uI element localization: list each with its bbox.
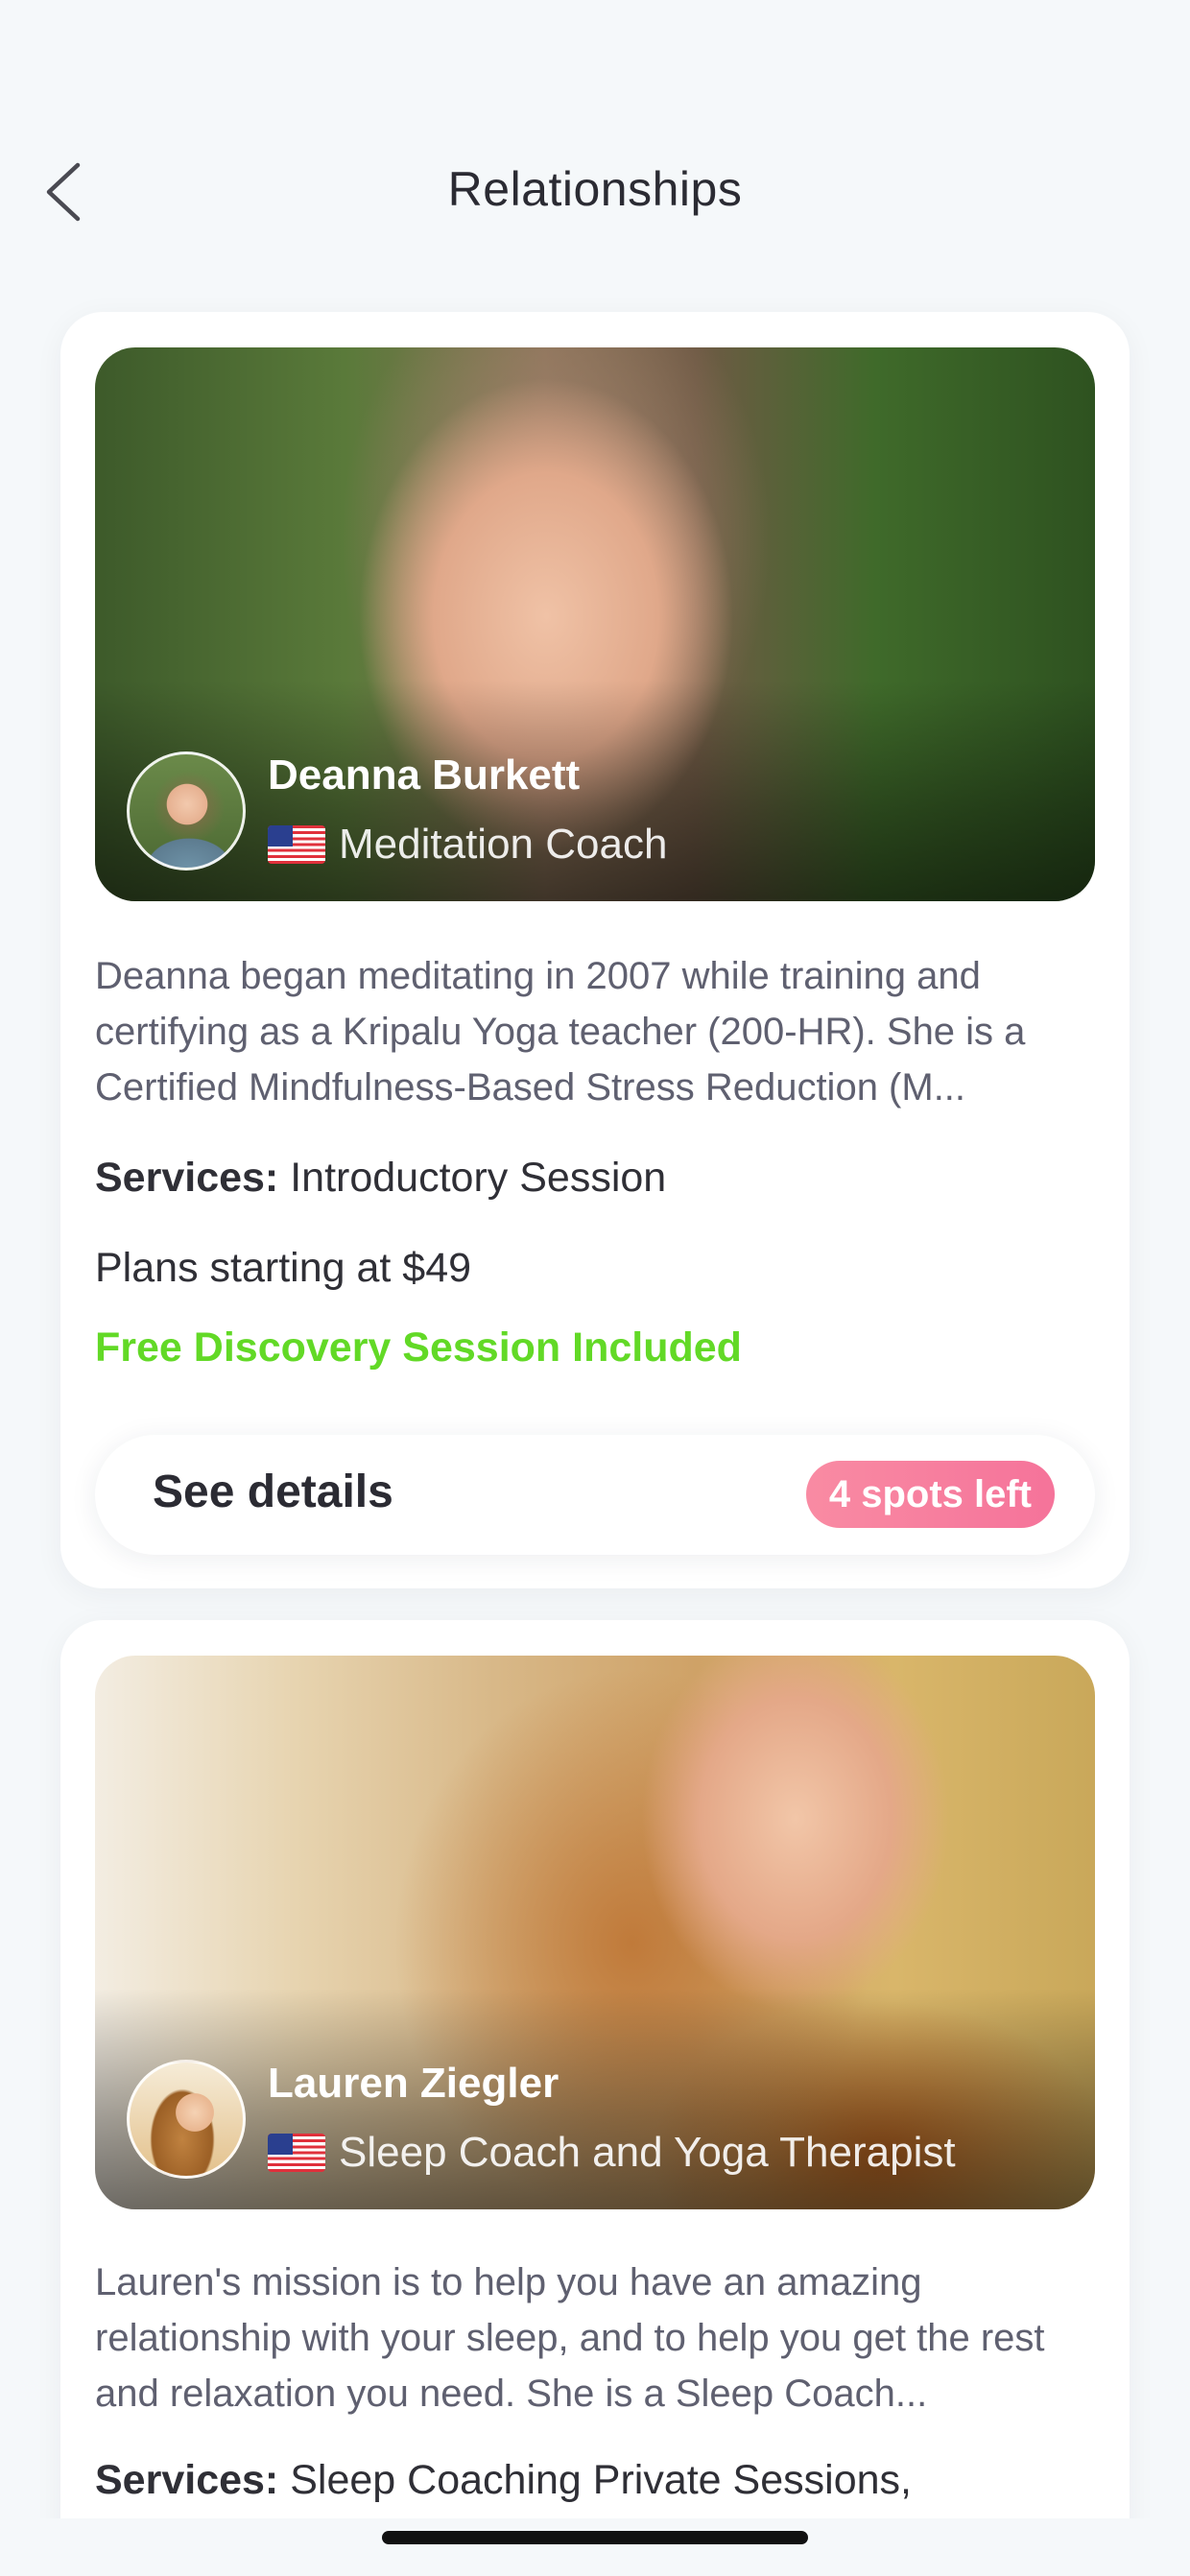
coach-card[interactable]: Lauren Ziegler Sleep Coach and Yoga Ther…: [60, 1620, 1130, 2576]
coach-role: Meditation Coach: [268, 821, 667, 869]
coach-name: Deanna Burkett: [268, 751, 581, 799]
coach-name: Lauren Ziegler: [268, 2060, 559, 2107]
services-label: Services:: [95, 2457, 279, 2503]
coach-description: Lauren's mission is to help you have an …: [95, 2261, 1045, 2415]
services-line: Services: Introductory Session: [95, 1155, 1095, 1202]
services-value: Introductory Session: [290, 1155, 667, 1201]
services-value: Sleep Coaching Private Sessions,: [290, 2457, 912, 2503]
home-indicator[interactable]: [382, 2531, 808, 2544]
coach-card[interactable]: Deanna Burkett Meditation Coach Deanna b…: [60, 312, 1130, 1588]
avatar: [127, 2060, 246, 2179]
coach-photo[interactable]: Deanna Burkett Meditation Coach: [95, 347, 1095, 901]
us-flag-icon: [268, 825, 325, 864]
coach-role-label: Meditation Coach: [339, 821, 668, 868]
see-details-button[interactable]: See details 4 spots left: [95, 1435, 1095, 1555]
services-label: Services:: [95, 1155, 279, 1201]
coach-photo[interactable]: Lauren Ziegler Sleep Coach and Yoga Ther…: [95, 1656, 1095, 2209]
avatar: [127, 751, 246, 871]
us-flag-icon: [268, 2134, 325, 2172]
plans-price: Plans starting at $49: [95, 1245, 472, 1291]
services-line: Services: Sleep Coaching Private Session…: [95, 2457, 1095, 2504]
page-title: Relationships: [447, 162, 743, 216]
coach-description: Deanna began meditating in 2007 while tr…: [95, 955, 1026, 1109]
free-session-note: Free Discovery Session Included: [95, 1324, 742, 1371]
see-details-label: See details: [153, 1467, 393, 1517]
header: Relationships: [0, 134, 1190, 250]
bottom-safe-area: [0, 2518, 1190, 2576]
spots-left-badge: 4 spots left: [805, 1461, 1055, 1528]
coach-role-label: Sleep Coach and Yoga Therapist: [339, 2129, 956, 2176]
coach-role: Sleep Coach and Yoga Therapist: [268, 2129, 956, 2177]
coach-list-screen: Relationships Deanna Burkett Meditation …: [0, 0, 1190, 2576]
